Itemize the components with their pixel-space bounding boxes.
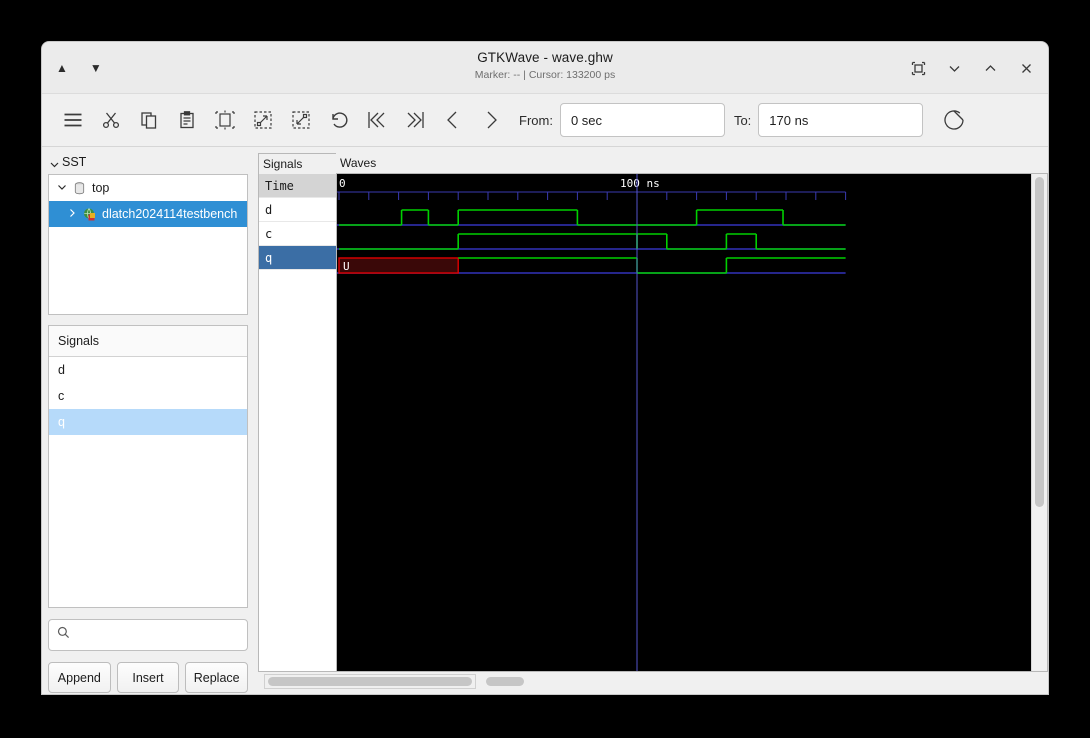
restore-window-button[interactable] <box>910 60 926 76</box>
waveform-canvas[interactable]: 0 100 ns U <box>337 174 1031 671</box>
waves-horizontal-scrollbar[interactable] <box>480 674 1042 689</box>
scrollbar-thumb[interactable] <box>486 677 524 686</box>
tree-item-label: top <box>92 181 110 195</box>
go-to-start-icon[interactable] <box>358 101 396 139</box>
from-label: From: <box>519 112 553 128</box>
testbench-icon <box>82 207 97 222</box>
reload-icon[interactable] <box>935 101 973 139</box>
action-button-row: Append Insert Replace <box>48 662 249 693</box>
window-controls <box>910 42 1034 94</box>
wave-row-time[interactable]: Time <box>259 174 336 198</box>
scrollbar-thumb[interactable] <box>268 677 472 686</box>
window-subtitle: Marker: -- | Cursor: 133200 ps <box>474 69 616 81</box>
go-to-end-icon[interactable] <box>396 101 434 139</box>
wave-names-header: Signals <box>259 154 336 174</box>
waveform-svg: 0 100 ns U <box>337 174 847 671</box>
scrollbar-thumb[interactable] <box>1035 177 1044 507</box>
next-icon[interactable] <box>472 101 510 139</box>
cut-icon[interactable] <box>92 101 130 139</box>
wave-canvas-outer: 0 100 ns U <box>336 173 1048 672</box>
wave-signal-names: Signals Time d c q <box>258 153 336 672</box>
paste-icon[interactable] <box>168 101 206 139</box>
gtkwave-window: ▲ ▼ GTKWave - wave.ghw Marker: -- | Curs… <box>42 42 1048 694</box>
bottom-scrollbars <box>258 672 1048 694</box>
signal-list-header: Signals <box>49 326 247 357</box>
svg-text:0: 0 <box>339 177 346 190</box>
close-window-button[interactable] <box>1018 60 1034 76</box>
replace-button[interactable]: Replace <box>185 662 249 693</box>
zoom-in-icon[interactable] <box>244 101 282 139</box>
title-bar: ▲ ▼ GTKWave - wave.ghw Marker: -- | Curs… <box>42 42 1048 94</box>
title-bar-text: GTKWave - wave.ghw Marker: -- | Cursor: … <box>42 50 1048 81</box>
waves-header: Waves <box>336 153 1048 173</box>
window-title: GTKWave - wave.ghw <box>477 50 613 65</box>
svg-text:100 ns: 100 ns <box>620 177 660 190</box>
from-input[interactable]: 0 sec <box>559 103 725 137</box>
chevron-right-icon[interactable] <box>67 207 77 221</box>
list-item[interactable]: d <box>49 357 247 383</box>
signal-list-panel: Signals d c q <box>48 325 248 608</box>
previous-icon[interactable] <box>434 101 472 139</box>
menu-icon[interactable] <box>54 101 92 139</box>
wave-row-d[interactable]: d <box>259 198 336 222</box>
left-pane: SST top dlatch2024114testbench Signals d… <box>42 147 254 694</box>
insert-button[interactable]: Insert <box>116 662 180 693</box>
zoom-fit-icon[interactable] <box>206 101 244 139</box>
signals-horizontal-scrollbar[interactable] <box>264 674 476 689</box>
module-cylinder-icon <box>72 181 87 196</box>
to-input[interactable]: 170 ns <box>758 103 924 137</box>
wave-row-q[interactable]: q <box>259 246 336 270</box>
sst-header[interactable]: SST <box>48 153 248 171</box>
search-icon <box>57 626 70 644</box>
maximize-window-button[interactable] <box>982 60 998 76</box>
wave-canvas-wrap: Waves 0 100 ns U <box>336 153 1048 672</box>
search-field[interactable] <box>48 619 248 651</box>
wave-vertical-scrollbar[interactable] <box>1031 174 1047 671</box>
list-item[interactable]: c <box>49 383 247 409</box>
to-label: To: <box>733 112 752 128</box>
svg-text:U: U <box>343 260 350 273</box>
undo-icon[interactable] <box>320 101 358 139</box>
tree-item-top[interactable]: top <box>49 175 247 201</box>
append-button[interactable]: Append <box>48 662 111 693</box>
main-body: SST top dlatch2024114testbench Signals d… <box>42 147 1048 694</box>
search-input[interactable] <box>76 628 239 642</box>
wave-row: Signals Time d c q Waves 0 100 ns U <box>258 153 1048 672</box>
tree-item-label: dlatch2024114testbench <box>102 207 238 221</box>
sst-header-label: SST <box>62 155 87 169</box>
wave-row-c[interactable]: c <box>259 222 336 246</box>
minimize-window-button[interactable] <box>946 60 962 76</box>
sst-tree[interactable]: top dlatch2024114testbench <box>48 174 248 315</box>
zoom-out-icon[interactable] <box>282 101 320 139</box>
chevron-down-icon[interactable] <box>57 181 67 195</box>
copy-icon[interactable] <box>130 101 168 139</box>
wave-pane: Signals Time d c q Waves 0 100 ns U <box>258 147 1048 694</box>
toolbar: From: 0 sec To: 170 ns <box>42 94 1048 147</box>
chevron-down-icon[interactable] <box>50 158 59 167</box>
tree-item-dlatch2024114testbench[interactable]: dlatch2024114testbench <box>49 201 247 227</box>
list-item[interactable]: q <box>49 409 247 435</box>
